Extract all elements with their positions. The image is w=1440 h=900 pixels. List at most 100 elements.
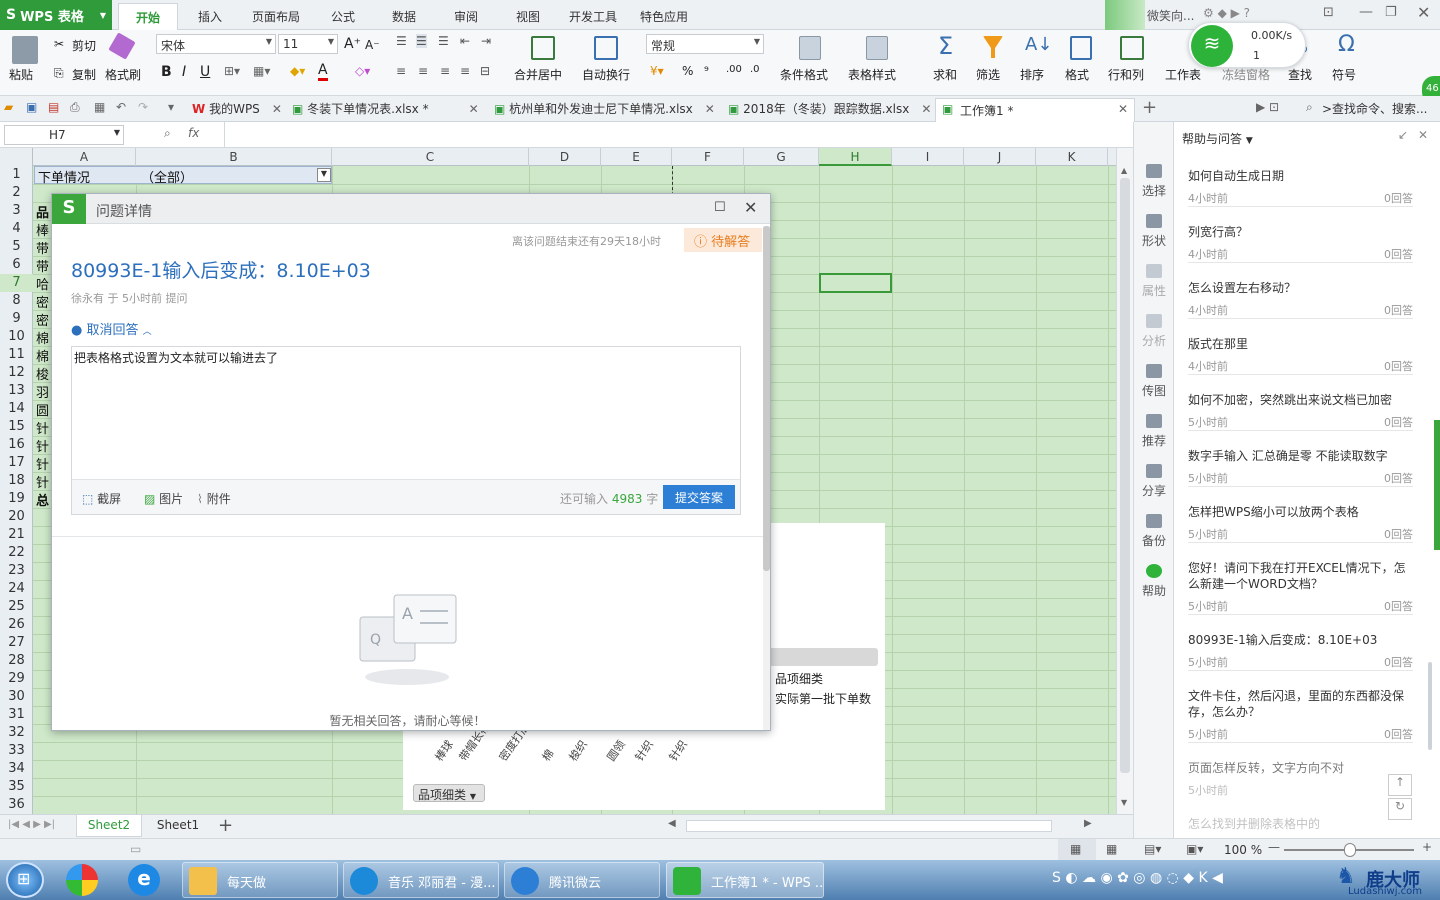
taskbar-music[interactable]: 音乐 邓丽君 - 漫... <box>343 862 499 898</box>
cell-a10[interactable]: 棉 <box>36 328 49 347</box>
side-tool-backup[interactable]: 备份 <box>1134 514 1174 549</box>
eye-protect-icon[interactable]: ▣▾ <box>1186 842 1203 856</box>
row-header-28[interactable]: 28 <box>0 652 33 670</box>
side-tool-shape[interactable]: 形状 <box>1134 214 1174 249</box>
column-header-e[interactable]: E <box>601 148 672 166</box>
help-question-item[interactable]: 数字手输入 汇总确是零 不能读取数字 5小时前 0回答 <box>1188 448 1413 487</box>
maximize-icon[interactable]: ❐ <box>1385 5 1397 20</box>
indent-less-icon[interactable]: ⇤ <box>460 34 470 48</box>
row-header-30[interactable]: 30 <box>0 688 33 706</box>
cell-a4[interactable]: 棒 <box>36 220 49 239</box>
rows-cols-button[interactable]: 行和列 <box>1108 66 1144 83</box>
row-header-27[interactable]: 27 <box>0 634 33 652</box>
format-painter-button[interactable]: 格式刷 <box>105 66 141 83</box>
row-header-23[interactable]: 23 <box>0 562 33 580</box>
cell-a16[interactable]: 针 <box>36 436 49 455</box>
doc-tab-hangzhou[interactable]: ▣ 杭州单和外发迪士尼下单情况.xlsx ✕ <box>494 100 715 120</box>
name-box[interactable]: H7 ▼ <box>4 125 124 145</box>
close-icon[interactable]: ✕ <box>469 102 479 116</box>
column-header-a[interactable]: A <box>33 148 136 166</box>
clear-icon[interactable]: ◇▾ <box>355 64 370 78</box>
side-tool-analysis[interactable]: 分析 <box>1134 314 1174 349</box>
taskbar-wps[interactable]: 工作簿1 * - WPS ... <box>666 862 824 898</box>
cell-a17[interactable]: 针 <box>36 454 49 473</box>
row-header-5[interactable]: 5 <box>0 238 33 256</box>
row-header-16[interactable]: 16 <box>0 436 33 454</box>
doc-tab-winter[interactable]: ▣ 冬装下单情况表.xlsx * ✕ <box>292 100 479 120</box>
doc-tab-workbook1[interactable]: ▣ 工作簿1 * ✕ <box>935 98 1135 122</box>
percent-icon[interactable]: % <box>682 64 693 78</box>
cell-a13[interactable]: 羽 <box>36 382 49 401</box>
cell-a14[interactable]: 圆 <box>36 400 49 419</box>
row-header-34[interactable]: 34 <box>0 760 33 778</box>
column-header-g[interactable]: G <box>744 148 819 166</box>
row-header-18[interactable]: 18 <box>0 472 33 490</box>
conditional-format-button[interactable]: 条件格式 <box>780 66 828 83</box>
row-header-17[interactable]: 17 <box>0 454 33 472</box>
align-center-icon[interactable]: ≡ <box>418 64 428 78</box>
row-header-7[interactable]: 7 <box>0 274 33 292</box>
format-button[interactable]: 格式 <box>1065 66 1089 83</box>
chart-field-button[interactable]: 品项细类 ▼ <box>413 784 485 802</box>
tab-view[interactable]: 视图 <box>516 8 540 25</box>
row-header-36[interactable]: 36 <box>0 796 33 814</box>
filter-button[interactable]: 筛选 <box>976 66 1000 83</box>
underline-icon[interactable]: U <box>200 64 210 80</box>
cell-a5[interactable]: 带 <box>36 238 49 257</box>
freeze-panes-button[interactable]: 冻结窗格 <box>1222 66 1270 83</box>
open-folder-icon[interactable]: ▰ <box>4 100 13 120</box>
wrap-text-button[interactable]: 自动换行 <box>582 66 630 83</box>
cell-a18[interactable]: 针 <box>36 472 49 491</box>
doc-tab-2018[interactable]: ▣ 2018年（冬装）跟踪数据.xlsx ✕ <box>728 100 931 120</box>
tab-data[interactable]: 数据 <box>392 8 416 25</box>
new-tab-icon[interactable]: + <box>1142 97 1157 118</box>
help-scroll-thumb[interactable] <box>1428 662 1432 750</box>
screenshot-button[interactable]: ⬚ 截屏 <box>82 490 121 507</box>
font-shrink-icon[interactable]: A⁻ <box>365 38 380 52</box>
answer-textarea[interactable]: 把表格格式设置为文本就可以输进去了 <box>72 347 740 479</box>
row-header-35[interactable]: 35 <box>0 778 33 796</box>
side-tool-property[interactable]: 属性 <box>1134 264 1174 299</box>
tray-icons[interactable]: S ◐ ☁ ◉ ✿ ◎ ◍ ◌ ◆ K ◀ <box>1052 870 1223 886</box>
column-header-j[interactable]: J <box>964 148 1036 166</box>
row-header-22[interactable]: 22 <box>0 544 33 562</box>
cell-a1[interactable]: 下单情况 <box>38 167 90 186</box>
help-question-item[interactable]: 如何不加密，突然跳出来说文档已加密 5小时前 0回答 <box>1188 392 1413 431</box>
find-button[interactable]: 查找 <box>1288 66 1312 83</box>
font-grow-icon[interactable]: A⁺ <box>344 36 361 52</box>
formula-input[interactable] <box>226 124 1126 146</box>
chevron-down-icon[interactable]: ▾ <box>168 100 174 120</box>
maximize-icon[interactable]: ☐ <box>714 200 726 215</box>
close-icon[interactable]: ✕ <box>705 102 715 116</box>
fill-color-icon[interactable]: ◆▾ <box>290 64 305 78</box>
zoom-out-icon[interactable]: — <box>1268 840 1280 854</box>
row-header-8[interactable]: 8 <box>0 292 33 310</box>
zoom-slider-handle[interactable] <box>1344 843 1356 857</box>
cell-b1[interactable]: （全部） <box>141 167 193 186</box>
row-header-15[interactable]: 15 <box>0 418 33 436</box>
minimize-icon[interactable]: — <box>1359 4 1373 20</box>
column-header-c[interactable]: C <box>332 148 529 166</box>
help-question-item[interactable]: 您好！请问下我在打开EXCEL情况下，怎么新建一个WORD文档？ 5小时前 0回答 <box>1188 560 1413 615</box>
tab-formula[interactable]: 公式 <box>331 8 355 25</box>
start-button[interactable]: ⊞ <box>6 862 44 898</box>
column-header-f[interactable]: F <box>672 148 744 166</box>
collapse-icon[interactable]: ↙ <box>1398 128 1408 142</box>
column-header-h[interactable]: H <box>819 148 892 166</box>
dialog-scrollbar[interactable] <box>763 226 770 730</box>
row-header-29[interactable]: 29 <box>0 670 33 688</box>
help-question-item[interactable]: 80993E-1输入后变成：8.10E+03 5小时前 0回答 <box>1188 632 1413 671</box>
row-header-4[interactable]: 4 <box>0 220 33 238</box>
vertical-scrollbar[interactable]: ▲ ▼ <box>1116 148 1133 814</box>
row-header-32[interactable]: 32 <box>0 724 33 742</box>
side-tool-select[interactable]: 选择 <box>1134 164 1174 199</box>
sheet-nav-icons[interactable]: |◀ ◀ ▶ ▶| <box>8 819 55 830</box>
row-header-12[interactable]: 12 <box>0 364 33 382</box>
help-question-item[interactable]: 怎么找到并删除表格中的 <box>1188 816 1413 838</box>
page-layout-icon[interactable]: ▦ <box>1106 842 1117 856</box>
table-style-button[interactable]: 表格样式 <box>848 66 896 83</box>
row-header-11[interactable]: 11 <box>0 346 33 364</box>
italic-icon[interactable]: I <box>182 64 186 80</box>
sort-button[interactable]: 排序 <box>1020 66 1044 83</box>
font-color-icon[interactable]: A <box>318 62 328 81</box>
